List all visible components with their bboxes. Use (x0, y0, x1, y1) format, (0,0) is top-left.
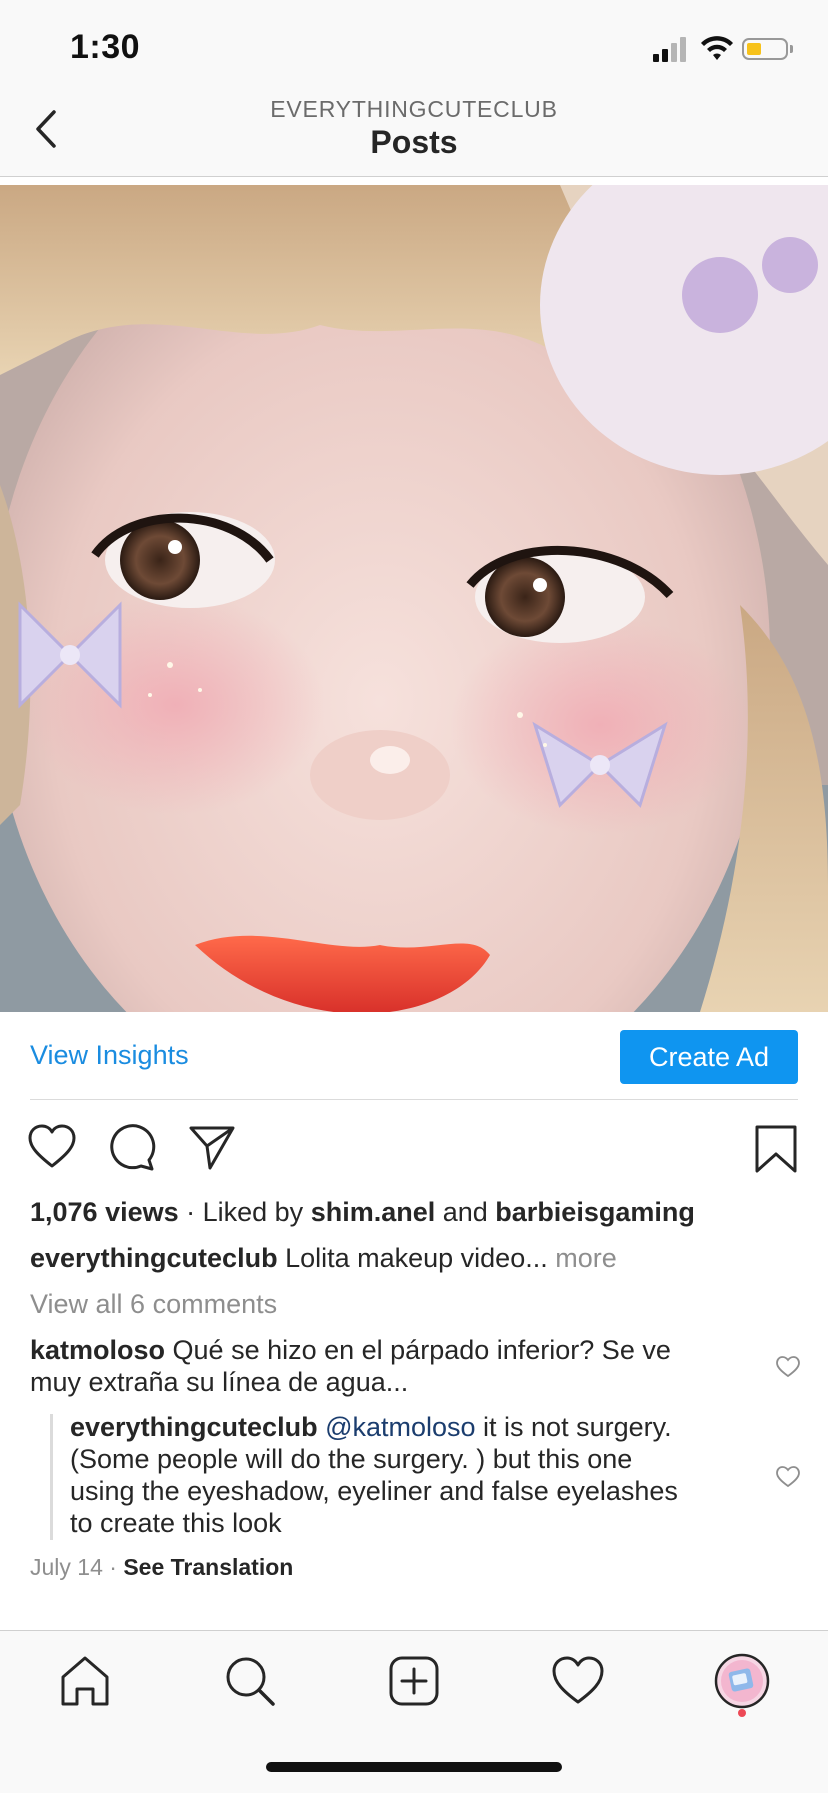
battery-cap (790, 45, 793, 53)
bookmark-icon[interactable] (754, 1124, 798, 1174)
liked-user-1[interactable]: shim.anel (311, 1197, 436, 1227)
view-all-comments-link[interactable]: View all 6 comments (30, 1289, 277, 1320)
share-icon[interactable] (188, 1124, 236, 1170)
view-count[interactable]: 1,076 views (30, 1197, 179, 1227)
reply-text-line-2: (Some people will do the surgery. ) but … (70, 1444, 633, 1474)
caption: everythingcuteclub Lolita makeup video..… (30, 1243, 617, 1274)
caption-text: Lolita makeup video... (277, 1243, 556, 1273)
reply-username[interactable]: everythingcuteclub (70, 1412, 318, 1442)
see-translation-link[interactable]: See Translation (123, 1554, 293, 1580)
reply-text: it is not surgery. (475, 1412, 672, 1442)
comment-username[interactable]: katmoloso (30, 1335, 165, 1365)
liked-and: and (435, 1197, 496, 1227)
battery-icon (742, 38, 788, 60)
like-comment-heart-icon[interactable] (776, 1356, 800, 1378)
post-video-thumbnail[interactable] (0, 185, 828, 1012)
create-ad-button[interactable]: Create Ad (620, 1030, 798, 1084)
status-bar: 1:30 (0, 0, 828, 88)
reply-text-line-4: to create this look (70, 1508, 282, 1538)
view-insights-link[interactable]: View Insights (30, 1040, 189, 1071)
profile-avatar[interactable] (714, 1653, 770, 1709)
likes-line: 1,076 views · Liked by shim.anel and bar… (30, 1197, 695, 1228)
comment-text: Qué se hizo en el párpado inferior? Se v… (165, 1335, 671, 1365)
signal-icon (653, 37, 686, 62)
nav-bar: EVERYTHINGCUTECLUB Posts (0, 88, 828, 177)
battery-level (747, 43, 761, 55)
liked-user-2[interactable]: barbieisgaming (495, 1197, 695, 1227)
nav-subtitle: EVERYTHINGCUTECLUB (270, 96, 558, 122)
home-icon[interactable] (57, 1653, 113, 1709)
heart-icon[interactable] (28, 1124, 76, 1170)
comment-line: katmoloso Qué se hizo en el párpado infe… (30, 1335, 671, 1366)
new-post-icon[interactable] (386, 1653, 442, 1709)
caption-username[interactable]: everythingcuteclub (30, 1243, 278, 1273)
reply-line: everythingcuteclub @katmoloso it is not … (70, 1412, 672, 1443)
comment-icon[interactable] (108, 1124, 156, 1172)
wifi-icon (701, 36, 733, 60)
meta-separator: · (102, 1554, 124, 1580)
search-icon[interactable] (222, 1653, 278, 1709)
reply-text-line-3: using the eyeshadow, eyeliner and false … (70, 1476, 678, 1506)
notification-dot (738, 1709, 746, 1717)
like-reply-heart-icon[interactable] (776, 1466, 800, 1488)
page-title: Posts (370, 124, 458, 160)
liked-by-separator: · Liked by (178, 1197, 311, 1227)
activity-heart-icon[interactable] (550, 1653, 606, 1709)
post-date: July 14 (30, 1554, 103, 1580)
caption-more-link[interactable]: more (555, 1243, 617, 1273)
comment-text-continued: muy extraña su línea de agua... (30, 1367, 409, 1397)
divider (30, 1099, 798, 1100)
post-meta: July 14 · See Translation (30, 1554, 293, 1581)
insights-row: View Insights Create Ad (0, 1012, 828, 1100)
status-time: 1:30 (70, 28, 141, 66)
reply-indent-bar (50, 1414, 53, 1540)
home-indicator (266, 1762, 562, 1772)
reply-mention[interactable]: @katmoloso (318, 1412, 475, 1442)
